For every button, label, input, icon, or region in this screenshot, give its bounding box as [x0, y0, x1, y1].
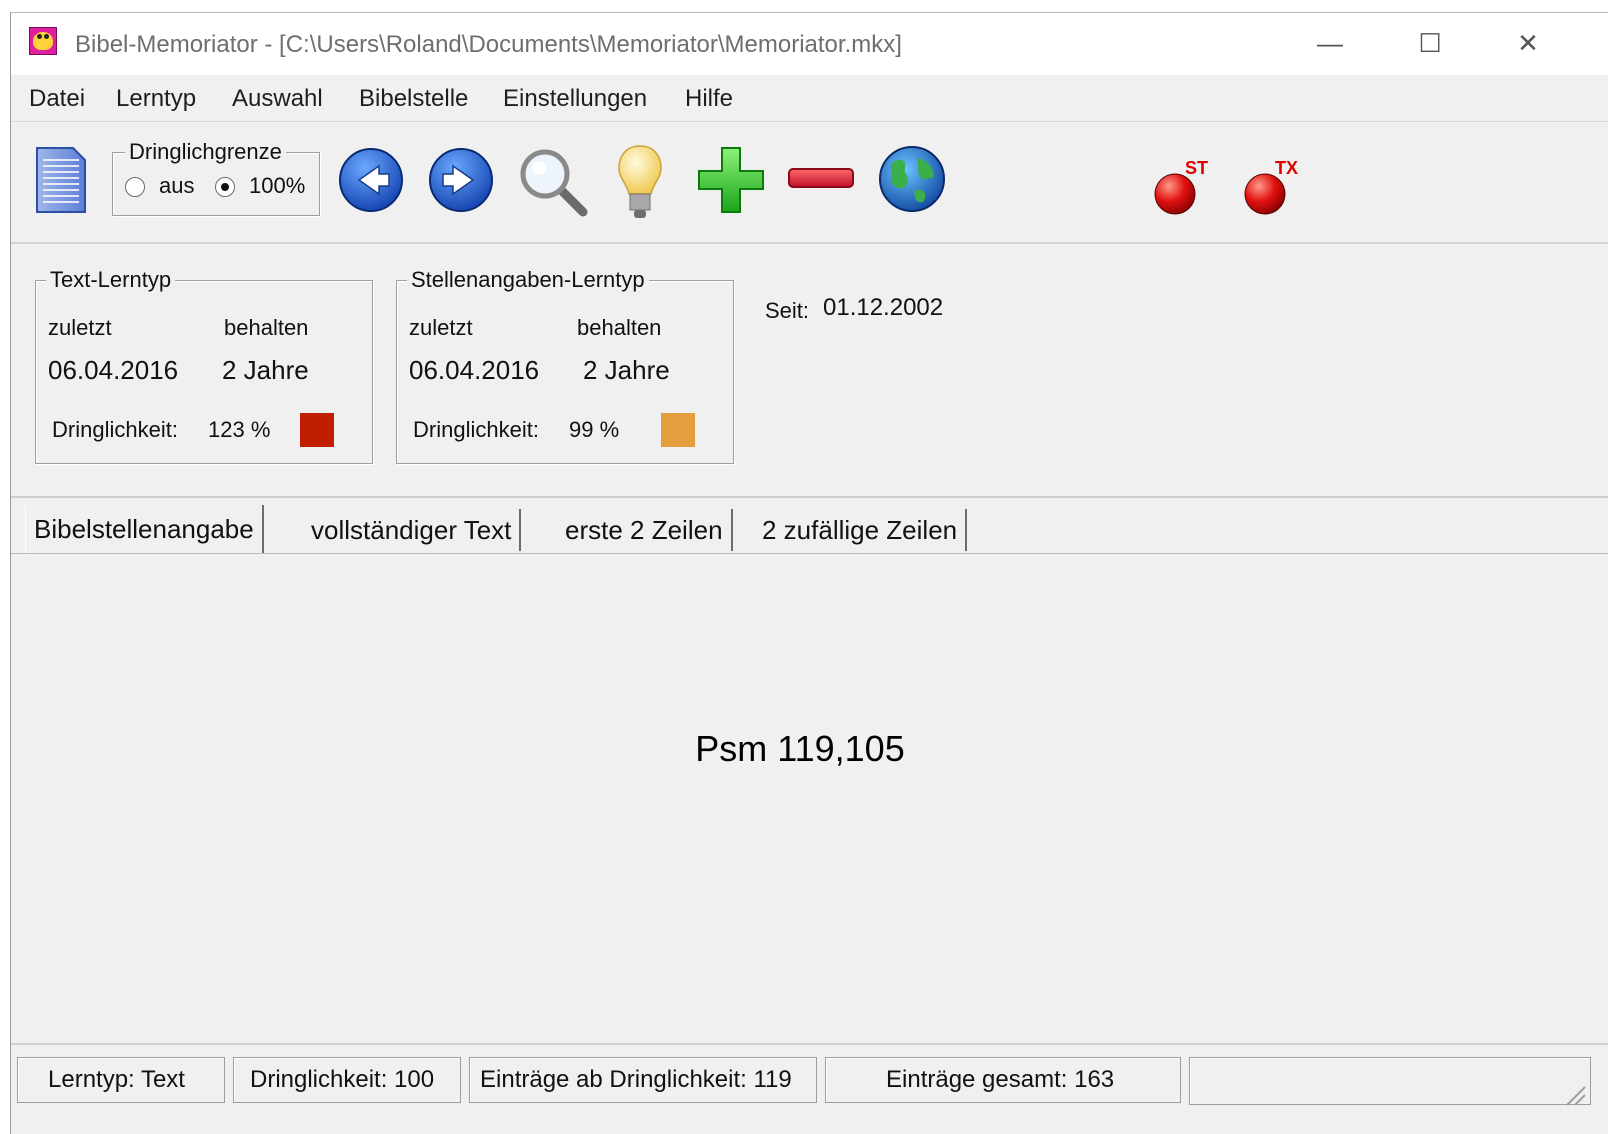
radio-aus-label: aus: [159, 173, 195, 198]
minus-icon[interactable]: [787, 166, 855, 192]
text-zuletzt-label: zuletzt: [48, 315, 112, 340]
record-st-label: ST: [1185, 158, 1208, 178]
close-icon: ✕: [1517, 27, 1539, 58]
tab-vollstaendiger-text[interactable]: vollständiger Text: [303, 509, 522, 551]
window-title: Bibel-Memoriator - [C:\Users\Roland\Docu…: [75, 31, 902, 58]
status-eintraege-gesamt: Einträge gesamt: 163: [825, 1057, 1181, 1103]
stellen-behalten-value: 2 Jahre: [583, 355, 670, 385]
text-behalten-value: 2 Jahre: [222, 355, 309, 385]
text-behalten-label: behalten: [224, 315, 309, 340]
stellen-lerntyp-group: Stellenangaben-Lerntyp zuletzt behalten …: [396, 267, 734, 464]
globe-icon[interactable]: [877, 144, 947, 214]
menu-hilfe[interactable]: Hilfe: [685, 85, 733, 113]
stellen-dringlichkeit-swatch: [661, 413, 695, 447]
dringlichgrenze-group: Dringlichgrenze aus 100%: [112, 139, 320, 216]
toolbar: Dringlichgrenze aus 100% ST TX: [11, 122, 1608, 244]
plus-icon[interactable]: [697, 146, 765, 214]
title-bar: Bibel-Memoriator - [C:\Users\Roland\Docu…: [11, 13, 1608, 75]
menu-auswahl[interactable]: Auswahl: [232, 85, 323, 113]
menu-lerntyp[interactable]: Lerntyp: [116, 85, 196, 113]
radio-100-label: 100%: [249, 173, 306, 198]
radio-aus[interactable]: [125, 177, 145, 197]
text-dringlichkeit-label: Dringlichkeit:: [52, 417, 178, 442]
stellen-zuletzt-value: 06.04.2016: [409, 355, 540, 385]
text-zuletzt-value: 06.04.2016: [48, 355, 179, 385]
status-lerntyp: Lerntyp: Text: [17, 1057, 225, 1103]
menu-einstellungen[interactable]: Einstellungen: [503, 85, 647, 113]
close-button[interactable]: ✕: [1505, 23, 1551, 63]
resize-grip-icon[interactable]: [1561, 1081, 1587, 1107]
status-bar: Lerntyp: Text Dringlichkeit: 100 Einträg…: [11, 1043, 1608, 1134]
maximize-button[interactable]: ☐: [1407, 23, 1453, 63]
record-tx-label: TX: [1275, 158, 1298, 178]
stellen-dringlichkeit-value: 99 %: [569, 417, 620, 442]
bible-reference: Psm 119,105: [695, 728, 905, 769]
text-dringlichkeit-swatch: [300, 413, 334, 447]
menu-datei[interactable]: Datei: [29, 85, 85, 113]
minimize-icon: —: [1317, 27, 1343, 58]
forward-arrow-icon[interactable]: [427, 146, 495, 214]
stellen-dringlichkeit-label: Dringlichkeit:: [413, 417, 539, 442]
tab-erste-2-zeilen[interactable]: erste 2 Zeilen: [557, 509, 733, 551]
lightbulb-icon[interactable]: [615, 144, 665, 222]
search-icon[interactable]: [515, 144, 591, 220]
stellen-behalten-label: behalten: [577, 315, 662, 340]
menu-bar: Datei Lerntyp Auswahl Bibelstelle Einste…: [11, 75, 1608, 122]
tab-2-zufaellige-zeilen[interactable]: 2 zufällige Zeilen: [754, 509, 968, 551]
radio-100[interactable]: [215, 177, 235, 197]
info-panel: Text-Lerntyp zuletzt behalten 06.04.2016…: [11, 244, 1608, 498]
stellen-zuletzt-label: zuletzt: [409, 315, 473, 340]
text-dringlichkeit-value: 123 %: [208, 417, 271, 442]
tab-content: Psm 119,105: [11, 554, 1608, 1046]
minimize-button[interactable]: —: [1307, 23, 1353, 63]
status-eintraege-ab: Einträge ab Dringlichkeit: 119: [469, 1057, 817, 1103]
dringlichgrenze-legend: Dringlichgrenze: [125, 139, 286, 165]
menu-bibelstelle[interactable]: Bibelstelle: [359, 85, 468, 113]
status-empty: [1189, 1057, 1591, 1105]
text-lerntyp-legend: Text-Lerntyp: [46, 267, 176, 293]
text-lerntyp-group: Text-Lerntyp zuletzt behalten 06.04.2016…: [35, 267, 373, 464]
seit-label: Seit:: [765, 298, 810, 323]
record-tx-icon[interactable]: TX: [1239, 156, 1319, 216]
seit-value: 01.12.2002: [823, 294, 944, 321]
tab-bar: Bibelstellenangabe vollständiger Text er…: [11, 505, 1608, 554]
record-st-icon[interactable]: ST: [1149, 156, 1219, 216]
maximize-icon: ☐: [1418, 27, 1442, 58]
back-arrow-icon[interactable]: [337, 146, 405, 214]
app-window: Bibel-Memoriator - [C:\Users\Roland\Docu…: [10, 12, 1608, 1134]
stellen-lerntyp-legend: Stellenangaben-Lerntyp: [407, 267, 649, 293]
status-dringlichkeit: Dringlichkeit: 100: [233, 1057, 461, 1103]
document-icon[interactable]: [35, 146, 87, 214]
app-icon[interactable]: [29, 27, 57, 55]
tab-bibelstellenangabe[interactable]: Bibelstellenangabe: [25, 505, 264, 553]
